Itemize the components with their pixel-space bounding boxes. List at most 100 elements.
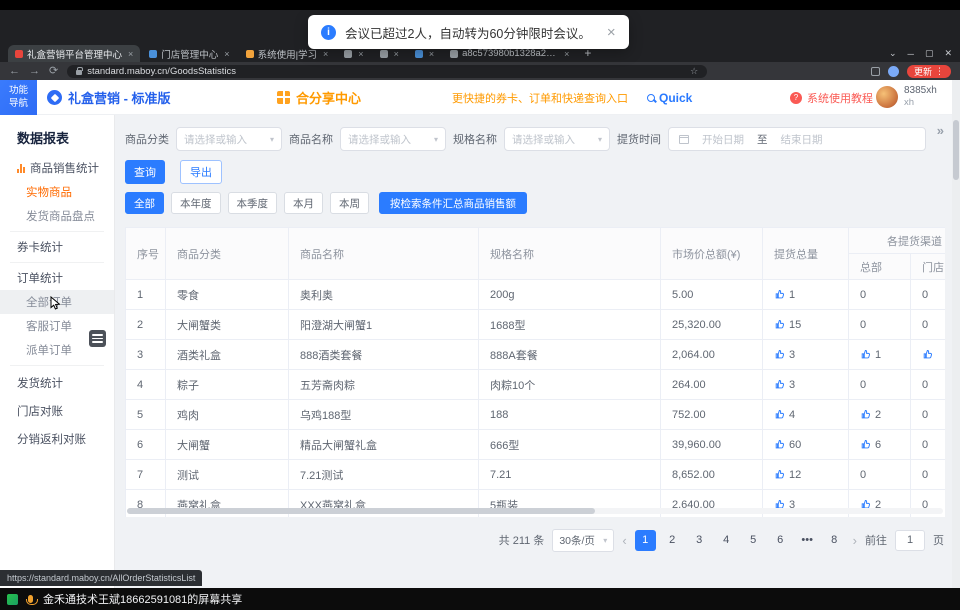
floating-menu-button[interactable] xyxy=(89,330,106,347)
scrollbar-thumb[interactable] xyxy=(127,508,595,514)
quick-search-link[interactable]: Quick xyxy=(647,80,692,115)
column-header[interactable]: 序号 xyxy=(126,228,166,280)
tab-close-icon[interactable]: × xyxy=(429,49,434,59)
update-button[interactable]: 更新 ⋮ xyxy=(907,65,951,78)
tab-search-icon[interactable]: ⌄ xyxy=(889,48,897,59)
minimize-icon[interactable]: ─ xyxy=(908,49,914,59)
chevron-down-icon: ▾ xyxy=(598,135,602,144)
page-number[interactable]: 3 xyxy=(689,530,710,551)
extensions-icon[interactable] xyxy=(871,67,880,76)
date-range-picker[interactable]: 开始日期 至 结束日期 xyxy=(668,127,926,151)
table-cell: 60 xyxy=(763,430,849,460)
back-icon[interactable]: ← xyxy=(9,66,20,77)
mouse-cursor xyxy=(50,296,62,310)
collapse-panel-icon[interactable]: » xyxy=(937,123,944,138)
favicon xyxy=(415,50,423,58)
page-number[interactable]: 2 xyxy=(662,530,683,551)
sidebar-item[interactable]: 券卡统计 xyxy=(0,235,114,259)
share-center-link[interactable]: 合分享中心 xyxy=(277,80,361,115)
tab-close-icon[interactable]: × xyxy=(564,49,569,59)
quick-filter-tab[interactable]: 本年度 xyxy=(171,192,221,214)
microphone-icon xyxy=(28,595,33,603)
brand-logo-icon xyxy=(47,90,62,105)
quick-filter-tab[interactable]: 全部 xyxy=(125,192,164,214)
column-header[interactable]: 市场价总额(¥) xyxy=(661,228,763,280)
tab-close-icon[interactable]: × xyxy=(128,49,133,59)
table-row: 7测试7.21测试7.218,652.001200 xyxy=(126,460,946,490)
sub-column-header[interactable]: 门店 xyxy=(911,254,946,280)
address-bar[interactable]: standard.maboy.cn/GoodsStatistics ☆ xyxy=(67,65,707,78)
prev-page-icon[interactable]: ‹ xyxy=(622,533,626,548)
quick-filter-tab[interactable]: 本周 xyxy=(330,192,369,214)
info-icon: i xyxy=(321,25,336,40)
table-cell: 3 xyxy=(763,370,849,400)
favicon xyxy=(450,50,458,58)
page-number[interactable]: 8 xyxy=(824,530,845,551)
brand-title: 礼盒营销 - 标准版 xyxy=(68,88,171,107)
sidebar-item-label: 订单统计 xyxy=(17,270,63,286)
refresh-icon[interactable]: ⟳ xyxy=(49,66,58,77)
brand: 礼盒营销 - 标准版 xyxy=(47,80,171,115)
quick-filter-tab[interactable]: 本月 xyxy=(284,192,323,214)
tab-close-icon[interactable]: × xyxy=(394,49,399,59)
bookmark-icon[interactable]: ☆ xyxy=(690,66,698,77)
toast-close-icon[interactable]: × xyxy=(607,24,616,41)
tab-close-icon[interactable]: × xyxy=(358,49,363,59)
date-end-placeholder: 结束日期 xyxy=(781,132,823,147)
quick-filter-tab[interactable]: 本季度 xyxy=(228,192,278,214)
user-name: 8385xh xyxy=(904,85,937,97)
sidebar: 数据报表 商品销售统计实物商品发货商品盘点券卡统计订单统计全部订单客服订单派单订… xyxy=(0,115,115,588)
page-number[interactable]: 4 xyxy=(716,530,737,551)
forward-icon[interactable]: → xyxy=(29,66,40,77)
tab-close-icon[interactable]: × xyxy=(224,49,229,59)
browser-tab[interactable]: 礼盒营销平台管理中心× xyxy=(8,45,140,62)
sidebar-item[interactable]: 分销返利对账 xyxy=(0,425,114,453)
divider xyxy=(10,262,104,263)
select-placeholder: 请选择或输入 xyxy=(348,132,411,147)
user-avatar[interactable] xyxy=(876,86,898,108)
sidebar-item[interactable]: 发货商品盘点 xyxy=(0,204,114,228)
maximize-icon[interactable]: ▢ xyxy=(925,48,934,59)
sidebar-item[interactable]: 实物商品 xyxy=(0,180,114,204)
scrollbar-thumb[interactable] xyxy=(953,120,959,180)
browser-profile-icon[interactable] xyxy=(888,66,899,77)
column-header[interactable]: 提货总量 xyxy=(763,228,849,280)
sidebar-item[interactable]: 门店对账 xyxy=(0,397,114,425)
window-close-icon[interactable]: ✕ xyxy=(944,48,952,59)
spec-select[interactable]: 请选择或输入 ▾ xyxy=(504,127,610,151)
search-button[interactable]: 查询 xyxy=(125,160,165,184)
vertical-scrollbar[interactable] xyxy=(952,80,960,588)
product-name-select[interactable]: 请选择或输入 ▾ xyxy=(340,127,446,151)
sidebar-item[interactable]: 发货统计 xyxy=(0,369,114,397)
thumbs-up-icon xyxy=(774,379,785,391)
pagination: 共 211 条 30条/页 ▾ ‹ 123456•••8 › 前往 页 xyxy=(125,527,944,553)
tutorial-link[interactable]: ? 系统使用教程 xyxy=(790,80,873,115)
toolbar-icons: 更新 ⋮ xyxy=(871,65,951,78)
tab-close-icon[interactable]: × xyxy=(323,49,328,59)
horizontal-scrollbar[interactable] xyxy=(127,508,943,514)
sidebar-item-label: 发货统计 xyxy=(17,375,63,391)
goto-label: 前往 xyxy=(865,532,887,548)
page-number[interactable]: 1 xyxy=(635,530,656,551)
goto-page-input[interactable] xyxy=(895,530,925,551)
summary-button[interactable]: 按检索条件汇总商品销售额 xyxy=(379,192,527,214)
column-header[interactable]: 商品分类 xyxy=(166,228,289,280)
favicon xyxy=(380,50,388,58)
sidebar-item[interactable]: 订单统计 xyxy=(0,266,114,290)
page-size-select[interactable]: 30条/页 ▾ xyxy=(552,529,614,552)
table-cell: 0 xyxy=(849,310,911,340)
browser-tab[interactable]: 门店管理中心× xyxy=(142,45,236,62)
next-page-icon[interactable]: › xyxy=(853,533,857,548)
column-header[interactable]: 商品名称 xyxy=(289,228,479,280)
column-header[interactable]: 规格名称 xyxy=(479,228,661,280)
table-cell: 2 xyxy=(849,400,911,430)
function-nav-button[interactable]: 功能 导航 xyxy=(0,80,37,115)
sub-column-header[interactable]: 总部 xyxy=(849,254,911,280)
page-number[interactable]: 5 xyxy=(743,530,764,551)
category-select[interactable]: 请选择或输入 ▾ xyxy=(176,127,282,151)
export-button[interactable]: 导出 xyxy=(180,160,222,184)
table-cell: 0 xyxy=(849,460,911,490)
page-number[interactable]: 6 xyxy=(770,530,791,551)
sidebar-item[interactable]: 商品销售统计 xyxy=(0,156,114,180)
table-cell: 5.00 xyxy=(661,280,763,310)
